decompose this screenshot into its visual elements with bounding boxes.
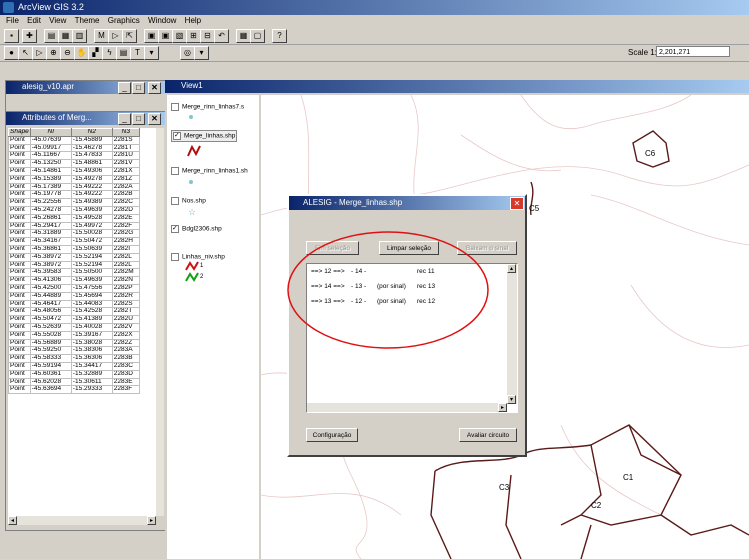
annotation-overlay xyxy=(287,231,489,349)
highlight-ellipse xyxy=(287,231,489,349)
